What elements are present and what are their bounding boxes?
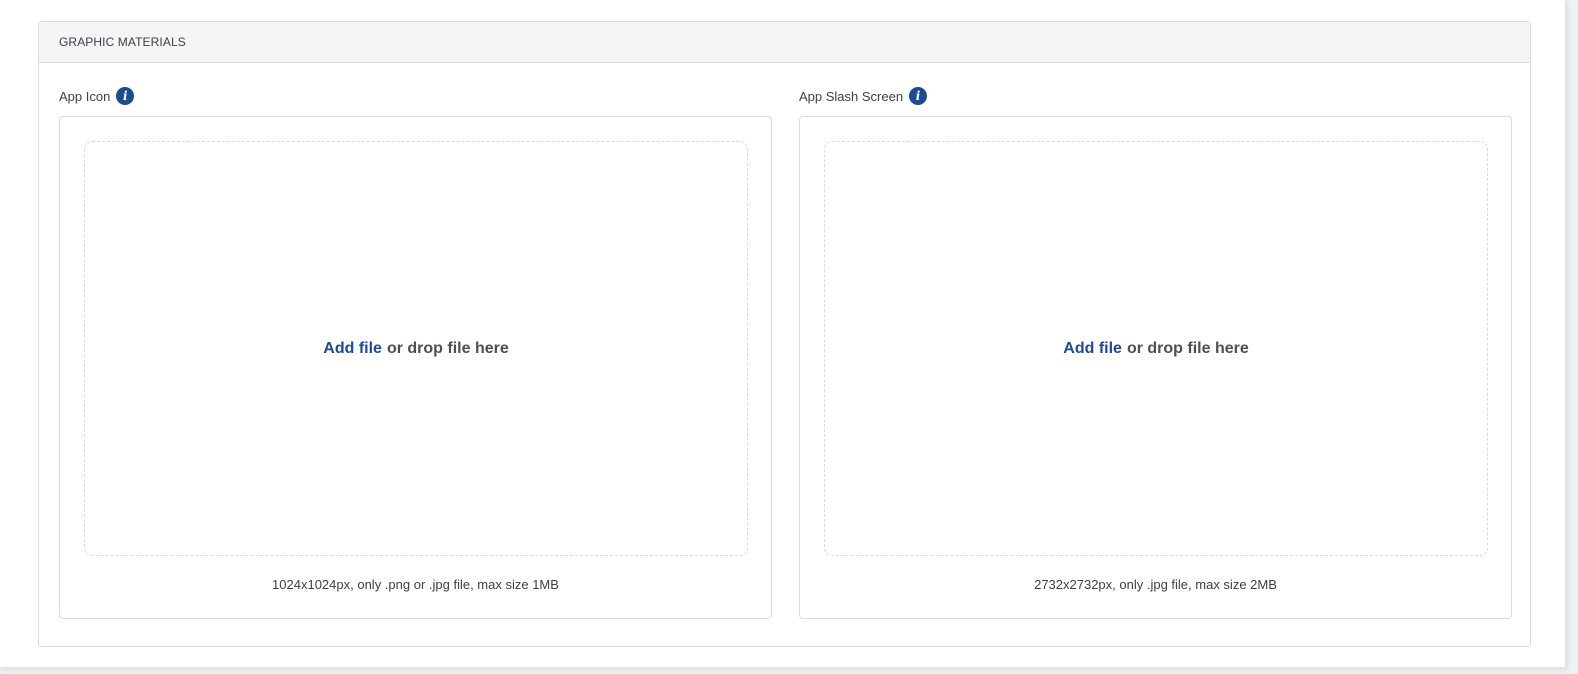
graphic-materials-panel: GRAPHIC MATERIALS App Icon i Add file or… (38, 21, 1531, 647)
info-icon[interactable]: i (909, 87, 928, 105)
app-splash-screen-upload-box: Add file or drop file here 2732x2732px, … (799, 116, 1512, 619)
app-splash-screen-field: App Slash Screen i Add file or drop file… (799, 85, 1512, 619)
app-icon-label: App Icon (59, 88, 111, 104)
page: GRAPHIC MATERIALS App Icon i Add file or… (0, 0, 1566, 668)
app-icon-drop-zone[interactable]: Add file or drop file here (84, 141, 748, 556)
app-splash-screen-hint: 2732x2732px, only .jpg file, max size 2M… (1034, 577, 1277, 592)
app-splash-screen-drop-zone[interactable]: Add file or drop file here (824, 141, 1488, 556)
drop-file-text: or drop file here (1126, 339, 1249, 357)
app-icon-hint: 1024x1024px, only .png or .jpg file, max… (272, 577, 559, 592)
app-splash-screen-label: App Slash Screen (799, 88, 904, 104)
info-icon[interactable]: i (116, 87, 135, 105)
app-icon-upload-box: Add file or drop file here 1024x1024px, … (59, 116, 772, 619)
add-file-link[interactable]: Add file (1063, 340, 1122, 358)
drop-file-text: or drop file here (386, 339, 509, 357)
app-splash-screen-label-row: App Slash Screen i (799, 85, 1512, 107)
app-icon-label-row: App Icon i (59, 85, 772, 107)
app-icon-field: App Icon i Add file or drop file here 10… (59, 85, 772, 619)
panel-header: GRAPHIC MATERIALS (39, 22, 1530, 63)
add-file-link[interactable]: Add file (323, 340, 382, 358)
panel-title: GRAPHIC MATERIALS (59, 35, 186, 49)
